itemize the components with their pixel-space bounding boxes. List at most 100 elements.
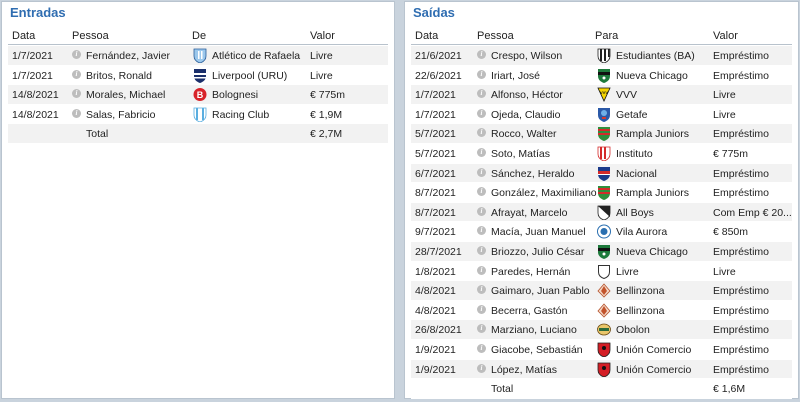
table-row[interactable]: 26/8/2021 i Marziano, Luciano Obolon Emprést…: [411, 320, 792, 340]
info-icon[interactable]: i: [477, 304, 486, 314]
table-row[interactable]: 5/7/2021 i Soto, Matías Instituto € 775m: [411, 143, 792, 164]
row-club-link[interactable]: Atlético de Rafaela: [212, 50, 300, 62]
row-person-link[interactable]: Marziano, Luciano: [491, 324, 577, 336]
table-row[interactable]: 4/8/2021 i Becerra, Gastón Bellinzona Emprés…: [411, 300, 792, 321]
row-person-link[interactable]: Briozzo, Julio César: [491, 246, 584, 258]
info-icon[interactable]: i: [72, 50, 81, 59]
table-row[interactable]: 1/7/2021 i Ojeda, Claudio Getafe Livre: [411, 104, 792, 125]
row-person-link[interactable]: Ojeda, Claudio: [491, 109, 560, 121]
col-header-person[interactable]: Pessoa: [72, 30, 109, 42]
row-person-link[interactable]: Morales, Michael: [86, 89, 165, 101]
table-row[interactable]: 14/8/2021 i Morales, Michael B Bolognesi € 77…: [8, 85, 388, 105]
info-icon[interactable]: i: [477, 50, 486, 59]
table-row[interactable]: 8/7/2021 i Afrayat, Marcelo All Boys Com Emp…: [411, 202, 792, 223]
row-club-link[interactable]: Instituto: [616, 148, 653, 160]
table-row[interactable]: 6/7/2021 i Sánchez, Heraldo Nacional Emprést…: [411, 163, 792, 184]
info-icon[interactable]: i: [477, 226, 486, 236]
info-icon[interactable]: i: [72, 69, 81, 79]
table-row[interactable]: 28/7/2021 i Briozzo, Julio César Nueva Chic…: [411, 241, 792, 262]
row-club-link[interactable]: Nacional: [616, 168, 657, 180]
row-club-link[interactable]: Bellinzona: [616, 305, 664, 317]
row-club-link[interactable]: VVV: [616, 89, 637, 101]
info-icon[interactable]: i: [477, 147, 486, 157]
row-person-link[interactable]: Becerra, Gastón: [491, 305, 567, 317]
info-icon[interactable]: i: [477, 245, 486, 255]
row-person-link[interactable]: Iriart, José: [491, 70, 540, 82]
row-club-link[interactable]: Vila Aurora: [616, 226, 667, 238]
row-club-link[interactable]: Unión Comercio: [616, 364, 691, 376]
row-date: 14/8/2021: [12, 89, 59, 102]
col-header-person[interactable]: Pessoa: [477, 30, 514, 42]
info-icon[interactable]: i: [477, 69, 486, 79]
row-person-link[interactable]: Gaimaro, Juan Pablo: [491, 285, 590, 297]
info-icon[interactable]: i: [477, 285, 486, 295]
row-club-link[interactable]: Nueva Chicago: [616, 70, 688, 82]
row-person-link[interactable]: Macía, Juan Manuel: [491, 226, 586, 238]
table-row[interactable]: 1/9/2021 i Giacobe, Sebastián Unión Comerci…: [411, 339, 792, 360]
row-club-link[interactable]: Liverpool (URU): [212, 70, 287, 82]
info-icon[interactable]: i: [477, 324, 486, 334]
info-icon[interactable]: i: [477, 89, 486, 99]
row-club-link[interactable]: Getafe: [616, 109, 648, 121]
row-person-link[interactable]: Sánchez, Heraldo: [491, 168, 574, 180]
table-row[interactable]: 1/7/2021 i Alfonso, Héctor VVV VVV Livre: [411, 85, 792, 105]
col-header-from[interactable]: De: [192, 30, 206, 42]
row-club-link[interactable]: Obolon: [616, 324, 650, 336]
row-person-link[interactable]: Alfonso, Héctor: [491, 89, 563, 101]
row-person-link[interactable]: Paredes, Hernán: [491, 266, 570, 278]
entradas-header-row: Data Pessoa De Valor: [8, 30, 388, 44]
row-person-link[interactable]: Fernández, Javier: [86, 50, 170, 62]
row-club-link[interactable]: Rampla Juniors: [616, 128, 689, 140]
saidas-panel: Saídas Data Pessoa Para Valor 21/6/2021 i…: [404, 1, 799, 399]
row-person-link[interactable]: Rocco, Walter: [491, 128, 557, 140]
info-icon[interactable]: i: [72, 89, 81, 99]
row-date: 5/7/2021: [415, 147, 456, 160]
info-icon[interactable]: i: [477, 187, 486, 197]
info-icon[interactable]: i: [477, 206, 486, 216]
row-club-link[interactable]: Bellinzona: [616, 285, 664, 297]
col-header-date[interactable]: Data: [415, 30, 438, 42]
info-icon[interactable]: i: [477, 167, 486, 177]
row-club-link[interactable]: Livre: [616, 266, 639, 278]
total-row: Total € 2,7M: [8, 124, 388, 144]
table-row[interactable]: 22/6/2021 i Iriart, José Nueva Chicago Empré…: [411, 65, 792, 86]
row-club-link[interactable]: Bolognesi: [212, 89, 258, 101]
table-row[interactable]: 21/6/2021 i Crespo, Wilson Estudiantes (BA)…: [411, 46, 792, 66]
table-row[interactable]: 9/7/2021 i Macía, Juan Manuel Vila Aurora € …: [411, 222, 792, 242]
row-club-link[interactable]: All Boys: [616, 207, 654, 219]
row-person-link[interactable]: Crespo, Wilson: [491, 50, 562, 62]
row-person-link[interactable]: Soto, Matías: [491, 148, 550, 160]
col-header-date[interactable]: Data: [12, 30, 35, 42]
col-header-value[interactable]: Valor: [713, 30, 738, 42]
row-club-link[interactable]: Estudiantes (BA): [616, 50, 695, 62]
table-row[interactable]: 8/7/2021 i González, Maximiliano Rampla Jun…: [411, 183, 792, 203]
liverpool-uru-crest-icon: [193, 68, 207, 83]
info-icon[interactable]: i: [477, 265, 486, 275]
info-icon[interactable]: i: [72, 108, 81, 118]
row-club-link[interactable]: Unión Comercio: [616, 344, 691, 356]
row-club-link[interactable]: Rampla Juniors: [616, 187, 689, 199]
row-club-link[interactable]: Nueva Chicago: [616, 246, 688, 258]
row-club-link[interactable]: Racing Club: [212, 109, 269, 121]
row-person-link[interactable]: Giacobe, Sebastián: [491, 344, 583, 356]
table-row[interactable]: 1/9/2021 i López, Matías Unión Comercio Empr…: [411, 359, 792, 380]
row-person-link[interactable]: Britos, Ronald: [86, 70, 152, 82]
info-icon[interactable]: i: [477, 108, 486, 118]
table-row[interactable]: 1/8/2021 i Paredes, Hernán Livre Livre: [411, 261, 792, 282]
table-row[interactable]: 4/8/2021 i Gaimaro, Juan Pablo Bellinzona Em…: [411, 281, 792, 301]
row-person-link[interactable]: Afrayat, Marcelo: [491, 207, 567, 219]
table-row[interactable]: 1/7/2021 i Britos, Ronald Liverpool (URU) Li…: [8, 65, 388, 86]
table-row[interactable]: 1/7/2021 i Fernández, Javier Atlético de Ra…: [8, 46, 388, 66]
table-row[interactable]: 14/8/2021 i Salas, Fabricio Racing Club € 1,…: [8, 104, 388, 125]
col-header-value[interactable]: Valor: [310, 30, 335, 42]
info-icon[interactable]: i: [477, 363, 486, 373]
row-person-link[interactable]: López, Matías: [491, 364, 557, 376]
row-value: Empréstimo: [713, 167, 770, 180]
info-icon[interactable]: i: [477, 343, 486, 353]
obolon-crest-icon: [597, 322, 611, 337]
row-person-link[interactable]: González, Maximiliano: [491, 187, 597, 199]
table-row[interactable]: 5/7/2021 i Rocco, Walter Rampla Juniors Empr…: [411, 124, 792, 144]
col-header-to[interactable]: Para: [595, 30, 618, 42]
info-icon[interactable]: i: [477, 128, 486, 138]
row-person-link[interactable]: Salas, Fabricio: [86, 109, 155, 121]
